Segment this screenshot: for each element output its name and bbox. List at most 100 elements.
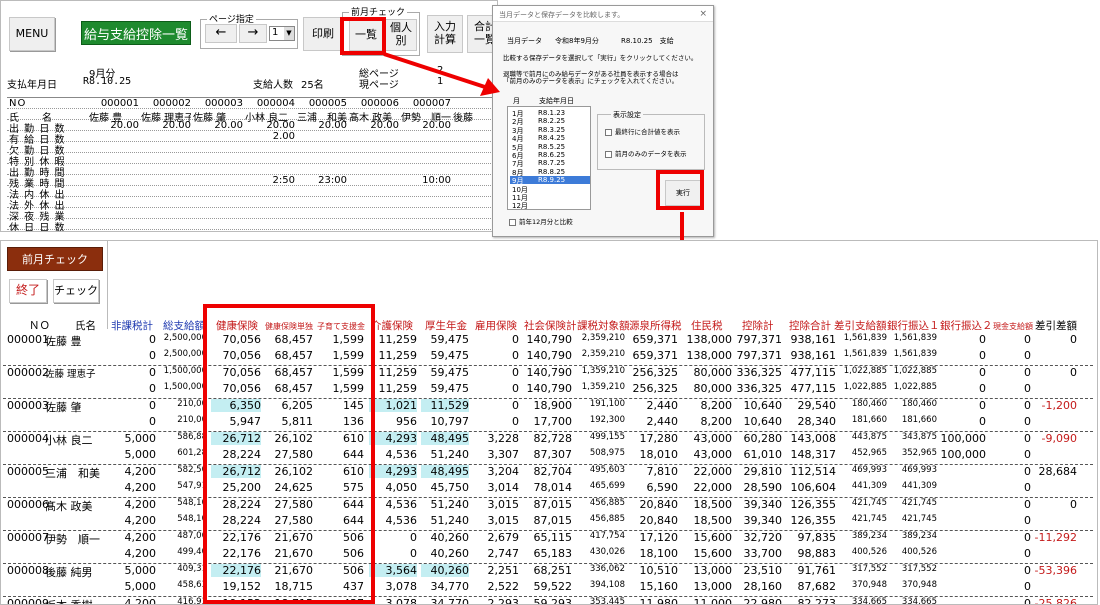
employee-id: 000007	[7, 531, 49, 544]
table-cell: 180,460	[851, 399, 887, 409]
header-pension: 厚生年金	[425, 320, 467, 332]
header-no: ＮＯ	[29, 320, 50, 332]
table-cell: 370,948	[901, 580, 937, 590]
table-row[interactable]: 000008 後藤 純男 5,000 409,31 22,176 21,670 506 3,5…	[1, 564, 1097, 580]
table-cell: 1,022,885	[893, 366, 937, 376]
table-cell: 1,021	[369, 399, 417, 412]
table-row[interactable]: 000001 佐藤 豊 0 2,500,000 70,056 68,457 1,599 11,…	[1, 333, 1097, 349]
header-withholding: 源泉所得税	[629, 320, 682, 332]
table-cell: 465,699	[589, 481, 625, 491]
table-cell: 2,522	[487, 580, 520, 593]
table-row[interactable]: 000009坂本 秀樹4,200416,9319,15218,7154373,0…	[1, 597, 1097, 605]
table-cell: 3,015	[487, 514, 520, 527]
table-row[interactable]: 000002 佐藤 理恵子 0 1,500,000 70,056 68,457 1,599 1…	[1, 366, 1097, 382]
table-cell: 4,293	[369, 432, 417, 445]
table-cell: 3,228	[487, 432, 520, 445]
table-cell: -9,090	[1041, 432, 1077, 445]
table-cell: 394,108	[589, 580, 625, 590]
table-cell: 2,359,210	[581, 333, 625, 343]
table-cell: 11,259	[378, 382, 418, 395]
table-cell: 29,810	[743, 465, 783, 478]
employee-id: 000002	[7, 366, 49, 379]
table-cell: 7,810	[646, 465, 679, 478]
employee-id: 000004	[7, 432, 49, 445]
table-cell: 23,510	[743, 564, 783, 577]
table-cell: 18,500	[693, 498, 733, 511]
table-cell: 11,000	[693, 597, 733, 605]
table-cell: 0	[149, 399, 156, 412]
table-cell: 33,700	[743, 547, 783, 560]
table-cell: 0	[1024, 564, 1031, 577]
header-employment: 雇用保険	[475, 320, 517, 332]
table-cell: 34,770	[430, 580, 470, 593]
table-cell: 0	[410, 531, 417, 544]
table-cell: 15,160	[639, 580, 679, 593]
table-cell: 421,745	[851, 498, 887, 508]
table-cell: 2,500,000	[163, 333, 207, 343]
table-cell: 343,875	[901, 432, 937, 442]
table-cell: 34,770	[430, 597, 470, 605]
table-cell: 138,000	[686, 333, 733, 346]
table-cell: 112,514	[790, 465, 837, 478]
header-taxable: 課税対象額	[577, 320, 630, 332]
employee-id: 000005	[7, 465, 49, 478]
table-cell: 32,720	[743, 531, 783, 544]
table-row[interactable]: 5,000 458,63 19,152 18,715 437 3,078 34,770 2,5…	[1, 580, 1097, 596]
table-cell: 5,000	[124, 564, 157, 577]
table-cell: 0	[1024, 432, 1031, 445]
table-cell: 456,885	[589, 498, 625, 508]
table-cell: 2,251	[487, 564, 520, 577]
table-cell: 797,371	[736, 333, 783, 346]
employee-name: 小林 良二	[45, 434, 93, 447]
table-row[interactable]: 0 210,00 5,947 5,811 136 956 10,797 0 17,700 192,…	[1, 415, 1097, 431]
table-cell: 98,883	[797, 547, 837, 560]
table-cell: 938,161	[790, 333, 837, 346]
table-cell: 2,440	[646, 399, 679, 412]
table-cell: 1,500,000	[163, 382, 207, 392]
table-cell: 417,754	[589, 531, 625, 541]
table-row[interactable]: 000006 髙木 政美 4,200 548,10 28,224 27,580 644 4,5…	[1, 498, 1097, 514]
table-row[interactable]: 4,200 499,40 22,176 21,670 506 0 40,260 2,747 65…	[1, 547, 1097, 563]
table-cell: 0	[979, 399, 986, 412]
table-cell: 389,234	[851, 531, 887, 541]
table-row[interactable]: 000003 佐藤 肇 0 210,00 6,350 6,205 145 1,021 11,52…	[1, 399, 1097, 415]
table-cell: 2,293	[487, 597, 520, 605]
employee-name: 後藤 純男	[45, 566, 93, 579]
table-cell: 0	[1024, 481, 1031, 494]
table-row[interactable]: 000007 伊勢 順一 4,200 487,06 22,176 21,670 506 0 40…	[1, 531, 1097, 547]
table-row[interactable]: 4,200 547,91 25,200 24,625 575 4,050 45,750 3,0…	[1, 481, 1097, 497]
header-bank2: 銀行振込２	[940, 320, 993, 332]
table-row[interactable]: 5,000 601,28 28,224 27,580 644 4,536 51,240 3,3…	[1, 448, 1097, 464]
employee-id: 000008	[7, 564, 49, 577]
table-cell: 0	[149, 349, 156, 362]
table-cell: 797,371	[736, 349, 783, 362]
table-cell: 140,790	[526, 366, 573, 379]
table-cell: 18,100	[639, 547, 679, 560]
table-cell: 11,259	[378, 333, 418, 346]
table-cell: 48,495	[421, 465, 469, 478]
table-cell: 336,062	[589, 564, 625, 574]
table-cell: 87,015	[533, 498, 573, 511]
table-cell: 0	[512, 382, 519, 395]
health-columns-highlight	[203, 304, 375, 604]
table-row[interactable]: 000004 小林 良二 5,000 586,88 26,712 26,102 610 4,2…	[1, 432, 1097, 448]
table-cell: 15,600	[693, 531, 733, 544]
table-cell: 0	[512, 415, 519, 428]
table-row[interactable]: 000005 三浦 和美 4,200 582,50 26,712 26,102 610 4,2…	[1, 465, 1097, 481]
check-button[interactable]: チェック	[53, 279, 99, 303]
table-row[interactable]: 4,200 548,10 28,224 27,580 644 4,536 51,240 3,0…	[1, 514, 1097, 530]
table-cell: 11,980	[639, 597, 679, 605]
table-row[interactable]: 0 1,500,000 70,056 68,457 1,599 11,259 59,475 0…	[1, 382, 1097, 398]
table-cell: 0	[512, 349, 519, 362]
table-row[interactable]: 0 2,500,000 70,056 68,457 1,599 11,259 59,475 0…	[1, 349, 1097, 365]
table-cell: 256,325	[632, 382, 679, 395]
table-cell: 4,293	[369, 465, 417, 478]
table-cell: 4,200	[124, 465, 157, 478]
end-button[interactable]: 終了	[9, 279, 47, 303]
employee-name: 佐藤 理恵子	[45, 369, 96, 380]
table-cell: 0	[1024, 349, 1031, 362]
table-cell: 3,014	[487, 481, 520, 494]
table-cell: 0	[1024, 399, 1031, 412]
table-cell: 4,536	[385, 498, 418, 511]
table-cell: 2,500,000	[163, 349, 207, 359]
